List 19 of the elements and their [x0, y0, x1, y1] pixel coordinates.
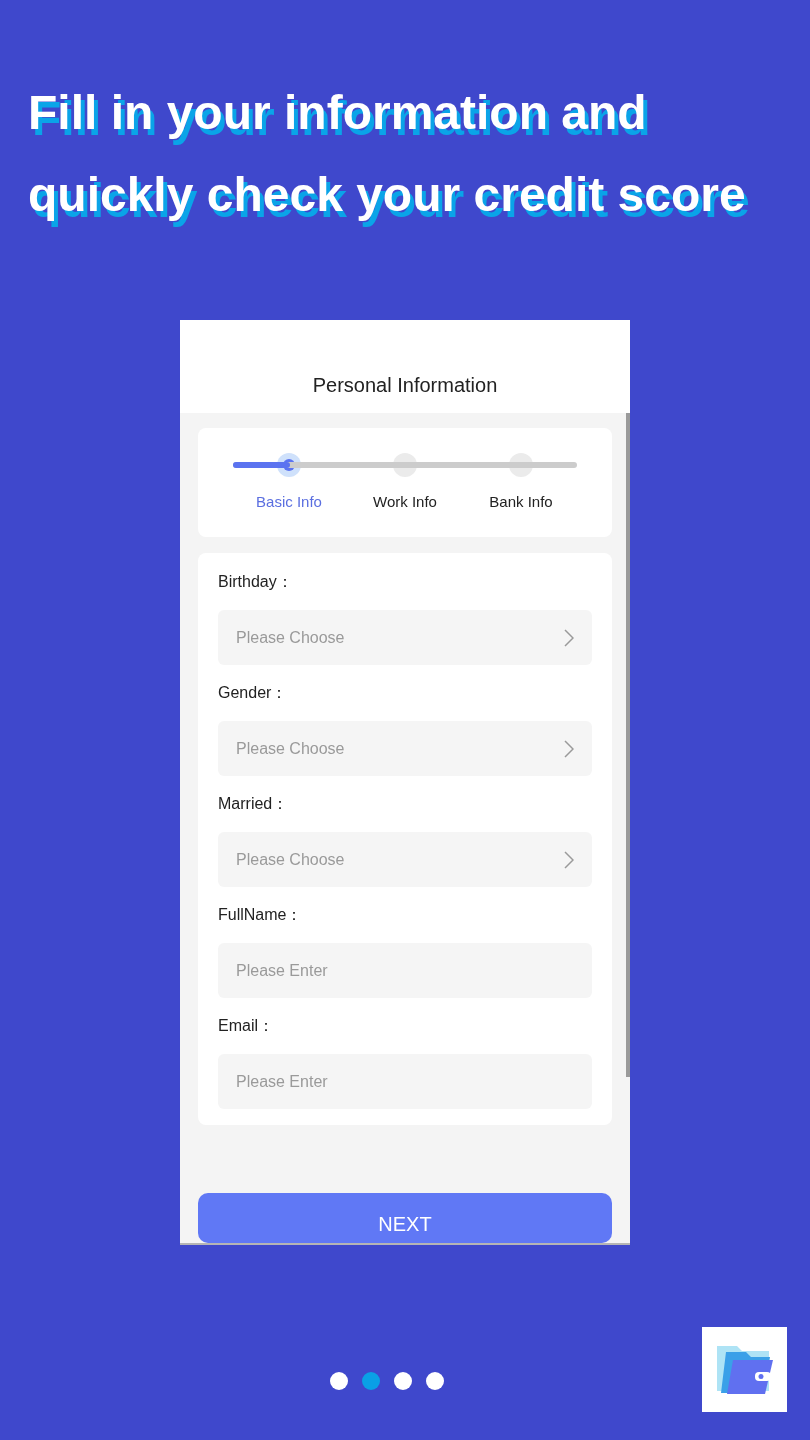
field-label: Birthday：: [218, 572, 294, 592]
input-field[interactable]: Please Enter: [218, 943, 592, 998]
select-field[interactable]: Please Choose: [218, 610, 592, 665]
next-button[interactable]: NEXT: [198, 1193, 612, 1243]
select-field[interactable]: Please Choose: [218, 832, 592, 887]
step-tab[interactable]: Work Info: [373, 491, 437, 514]
field-label: Married：: [218, 794, 290, 814]
input-field[interactable]: Please Enter: [218, 1054, 592, 1109]
field-label: FullName：: [218, 905, 304, 925]
field-label: Email：: [218, 1016, 275, 1036]
screen-title: Personal Information: [312, 373, 498, 398]
chevron-right-icon: [564, 739, 574, 758]
field-label: Gender：: [218, 683, 289, 703]
headline: Fill in your information and quickly check your credit score: [28, 85, 747, 223]
chevron-right-icon: [564, 628, 574, 647]
step-tab[interactable]: Bank Info: [489, 491, 553, 514]
select-field[interactable]: Please Choose: [218, 721, 592, 776]
chevron-right-icon: [564, 850, 574, 869]
step-tab[interactable]: Basic Info: [256, 491, 322, 514]
